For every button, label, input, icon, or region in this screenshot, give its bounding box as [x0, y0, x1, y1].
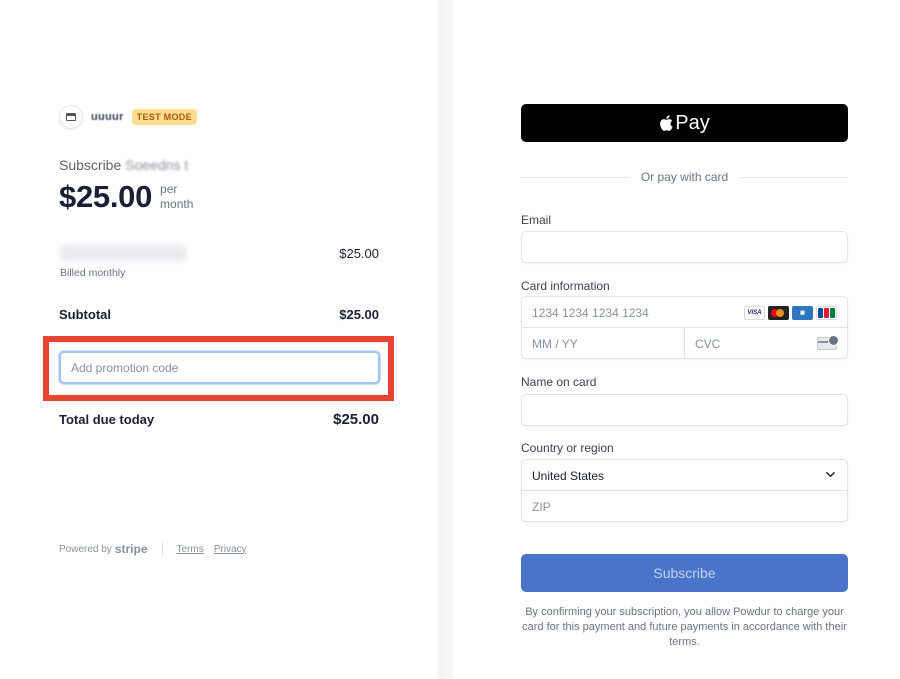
store-icon [59, 105, 83, 129]
amex-icon: ▦ [792, 306, 813, 320]
test-mode-badge: TEST MODE [131, 109, 197, 125]
billing-address-group: United States ZIP [521, 459, 848, 522]
country-select[interactable]: United States [522, 460, 847, 491]
total-label: Total due today [59, 412, 155, 427]
card-information-group: 1234 1234 1234 1234 VISA ▦ MM / YY CVC [521, 296, 848, 359]
name-on-card-label: Name on card [521, 375, 597, 389]
or-pay-with-card-text: Or pay with card [640, 170, 729, 184]
card-number-placeholder: 1234 1234 1234 1234 [532, 306, 649, 320]
country-value: United States [532, 469, 605, 483]
payment-panel: Pay Or pay with card Email Card informat… [453, 0, 900, 679]
order-summary-panel: uuuur TEST MODE Subscribe Soeedns t $25.… [0, 0, 437, 679]
cvc-placeholder: CVC [695, 337, 721, 351]
zip-field[interactable]: ZIP [522, 491, 847, 522]
total-row: Total due today $25.00 [59, 411, 379, 428]
subscription-consent-text: By confirming your subscription, you all… [522, 606, 847, 648]
promotion-code-input[interactable] [59, 351, 380, 384]
email-field[interactable] [521, 231, 848, 263]
line-item-amount: $25.00 [339, 245, 379, 261]
card-number-field[interactable]: 1234 1234 1234 1234 VISA ▦ [522, 297, 847, 328]
merchant-name: uuuur [91, 111, 124, 123]
line-item-name [59, 245, 187, 261]
pay-divider: Or pay with card [521, 170, 848, 184]
powered-by-text: Powered by [59, 543, 112, 555]
divider-line-left [521, 176, 629, 178]
stripe-logo[interactable]: stripe [115, 542, 148, 556]
price-period: per month [160, 182, 193, 212]
subtotal-row: Subtotal $25.00 [59, 307, 379, 322]
product-name: Soeedns t [125, 157, 189, 173]
subtotal-amount: $25.00 [339, 307, 379, 322]
country-label: Country or region [521, 441, 614, 455]
billing-frequency: Billed monthly [60, 267, 126, 279]
card-brands: VISA ▦ [744, 306, 837, 320]
subscribe-button[interactable]: Subscribe [521, 554, 848, 592]
price-amount: $25.00 [59, 179, 153, 214]
expiry-placeholder: MM / YY [532, 337, 578, 351]
price-per: per [160, 182, 178, 196]
terms-link[interactable]: Terms [177, 544, 204, 555]
card-information-label: Card information [521, 279, 610, 293]
panel-divider [437, 0, 453, 679]
subscribe-title: Subscribe Soeedns t [59, 157, 188, 173]
cvc-card-icon [817, 335, 839, 350]
name-on-card-field[interactable] [521, 394, 848, 426]
email-label: Email [521, 213, 552, 227]
footer-divider [161, 542, 163, 556]
price-display: $25.00 per month [59, 179, 193, 215]
apple-pay-button[interactable]: Pay [521, 104, 848, 142]
visa-icon: VISA [744, 306, 765, 320]
card-expiry-field[interactable]: MM / YY [522, 328, 685, 359]
footer: Powered by stripe Terms Privacy [59, 542, 257, 556]
subtotal-label: Subtotal [59, 307, 111, 322]
apple-icon [660, 115, 673, 131]
apple-pay-label: Pay [675, 111, 710, 134]
chevron-down-icon [826, 471, 835, 478]
mastercard-icon [768, 306, 789, 320]
line-item: $25.00 [59, 245, 379, 261]
card-cvc-field[interactable]: CVC [685, 328, 847, 359]
divider-line-right [740, 176, 848, 178]
total-amount: $25.00 [333, 411, 379, 428]
privacy-link[interactable]: Privacy [214, 544, 247, 555]
subscribe-prefix: Subscribe [59, 157, 122, 173]
price-month: month [160, 197, 194, 211]
jcb-icon [816, 306, 837, 320]
zip-placeholder: ZIP [532, 500, 551, 514]
merchant-header: uuuur TEST MODE [59, 105, 197, 129]
